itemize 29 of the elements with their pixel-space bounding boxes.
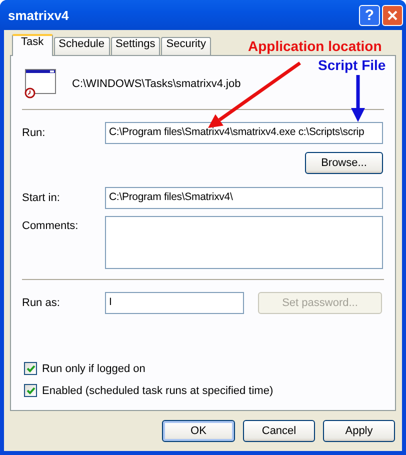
run-as-field[interactable]: I [105, 292, 244, 314]
dialog-button[interactable]: OK [162, 420, 235, 442]
tab[interactable]: Security [161, 37, 211, 55]
job-path: C:\WINDOWS\Tasks\smatrixv4.job [72, 78, 241, 90]
comments-field[interactable] [105, 216, 383, 269]
close-button[interactable] [382, 4, 403, 26]
checkbox-label: Enabled (scheduled task runs at specified time) [42, 384, 274, 396]
run-field[interactable]: C:\Program files\Smatrixv4\smatrixv4.exe c:\Scripts\scrip [105, 122, 383, 144]
tab[interactable]: Task [12, 34, 53, 56]
scheduled-window-icon [24, 66, 58, 98]
window-title: smatrixv4 [7, 8, 70, 22]
checkbox[interactable] [24, 362, 37, 375]
dialog-button[interactable]: Cancel [243, 420, 315, 442]
annotation-text: Script File [318, 57, 386, 73]
annotation-text: Application location [248, 38, 382, 54]
tab[interactable]: Schedule [54, 37, 110, 55]
field-label: Run: [22, 127, 46, 139]
close-icon [387, 10, 398, 20]
field-label: Run as: [22, 297, 61, 309]
field-label: Comments: [22, 220, 80, 232]
field-label: Start in: [22, 192, 61, 204]
checkbox[interactable] [24, 384, 37, 397]
checkbox-label: Run only if logged on [42, 362, 146, 374]
start-in-field[interactable]: C:\Program files\Smatrixv4\ [105, 187, 383, 209]
dialog-button[interactable]: Apply [323, 420, 395, 442]
browse-button[interactable]: Browse... [305, 152, 383, 174]
arrow [351, 75, 365, 122]
help-button[interactable]: ? [359, 4, 380, 26]
tab[interactable]: Settings [110, 37, 160, 55]
